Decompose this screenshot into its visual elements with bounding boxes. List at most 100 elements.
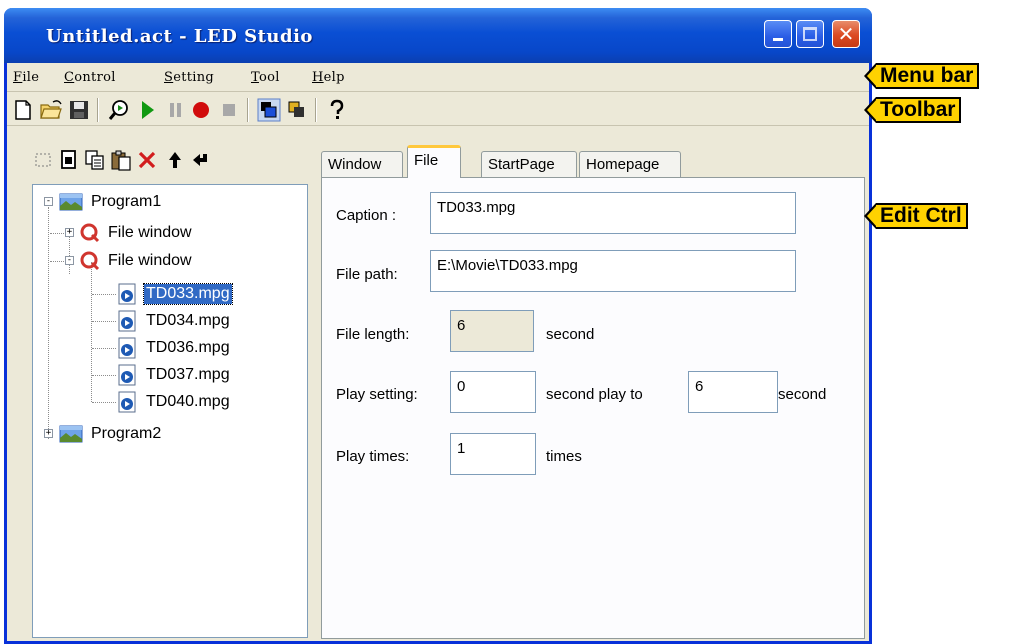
tab-window[interactable]: Window [321, 151, 403, 177]
filepath-label: File path: [336, 266, 398, 283]
window-title: Untitled.act - LED Studio [46, 26, 313, 47]
collapse-icon[interactable]: - [65, 256, 74, 265]
tree-line [48, 207, 49, 439]
maximize-button[interactable] [796, 20, 824, 48]
play-times-label: Play times: [336, 448, 410, 465]
move-up-icon[interactable] [163, 148, 187, 172]
copy-page-icon[interactable] [57, 148, 81, 172]
menu-tool[interactable]: Tool [251, 70, 280, 85]
close-button[interactable]: ✕ [832, 20, 860, 48]
play-icon[interactable] [135, 98, 159, 122]
window-back-icon[interactable] [285, 98, 309, 122]
expand-icon[interactable]: + [44, 429, 53, 438]
menu-setting[interactable]: Setting [164, 70, 214, 85]
paste-icon[interactable] [109, 148, 133, 172]
menu-file[interactable]: File [13, 70, 39, 85]
tab-homepage[interactable]: Homepage [579, 151, 681, 177]
record-icon[interactable] [189, 98, 213, 122]
minimize-button[interactable] [764, 20, 792, 48]
toolbar-separator [97, 98, 99, 122]
toolbar [7, 94, 869, 126]
filepath-input[interactable]: E:\Movie\TD033.mpg [430, 250, 796, 292]
collapse-icon[interactable]: - [44, 197, 53, 206]
play-to-unit: second [778, 386, 827, 403]
tree-label: TD034.mpg [146, 312, 230, 329]
delete-icon[interactable] [135, 148, 159, 172]
play-setting-label: Play setting: [336, 386, 418, 403]
tree-line [92, 402, 116, 403]
help-icon[interactable] [325, 98, 349, 122]
pause-icon[interactable] [163, 98, 187, 122]
media-file-icon [118, 337, 136, 359]
program-icon [59, 193, 83, 211]
menu-help[interactable]: Help [312, 70, 345, 85]
media-file-icon [118, 283, 136, 305]
tab-startpage[interactable]: StartPage [481, 151, 577, 177]
tree-label: TD033.mpg [143, 283, 233, 305]
media-file-icon [118, 364, 136, 386]
copy-icon[interactable] [83, 148, 107, 172]
file-window-icon [80, 251, 100, 271]
play-to-input[interactable]: 6 [688, 371, 778, 413]
tree-line [91, 262, 92, 402]
caption-input[interactable]: TD033.mpg [430, 192, 796, 234]
close-icon: ✕ [837, 22, 855, 46]
tree-line [92, 321, 116, 322]
tree-label: TD036.mpg [146, 339, 230, 356]
tree-toolbar [7, 144, 307, 174]
tree-label: TD037.mpg [146, 366, 230, 383]
filelength-field: 6 [450, 310, 534, 352]
play-to-label: second play to [546, 386, 643, 403]
play-from-input[interactable]: 0 [450, 371, 536, 413]
tree-item-file-window-1[interactable]: + File window [64, 222, 194, 244]
tree-item-program2[interactable]: + Program2 [43, 423, 163, 445]
tree-item-program1[interactable]: - Program1 [43, 191, 163, 213]
tree-label: Program1 [91, 193, 162, 210]
new-icon[interactable] [11, 98, 35, 122]
window-front-icon[interactable] [257, 98, 281, 122]
callout-edit-ctrl: Edit Ctrl [864, 203, 968, 229]
callout-toolbar: Toolbar [863, 97, 962, 123]
menu-bar: File Control Setting Tool Help [7, 64, 869, 92]
tab-file[interactable]: File [407, 145, 461, 178]
tree-label: Program2 [91, 425, 162, 442]
open-icon[interactable] [39, 98, 63, 122]
file-window-icon [80, 223, 100, 243]
program-tree[interactable]: - Program1 + File window - File window T… [32, 184, 308, 638]
tree-item-file[interactable]: TD040.mpg [116, 391, 232, 413]
play-times-input[interactable]: 1 [450, 433, 536, 475]
edit-panel: Caption : TD033.mpg File path: E:\Movie\… [321, 177, 865, 639]
stop-icon[interactable] [217, 98, 241, 122]
toolbar-separator [315, 98, 317, 122]
menu-control[interactable]: Control [64, 70, 116, 85]
tree-line [92, 294, 116, 295]
tree-line [92, 375, 116, 376]
tree-item-file[interactable]: TD034.mpg [116, 310, 232, 332]
maximize-icon [803, 27, 817, 41]
tree-line [92, 348, 116, 349]
media-file-icon [118, 391, 136, 413]
filelength-label: File length: [336, 326, 410, 343]
minimize-icon [773, 38, 783, 41]
media-file-icon [118, 310, 136, 332]
move-down-icon[interactable] [189, 148, 213, 172]
save-icon[interactable] [67, 98, 91, 122]
tree-label: File window [108, 224, 192, 241]
expand-icon[interactable]: + [65, 228, 74, 237]
callout-menu-bar: Menu bar [863, 63, 980, 89]
tree-item-file-window-2[interactable]: - File window [64, 250, 194, 272]
app-window: Untitled.act - LED Studio ✕ File Control… [4, 8, 872, 644]
tree-item-file[interactable]: TD033.mpg [116, 283, 233, 305]
tree-item-file[interactable]: TD036.mpg [116, 337, 232, 359]
select-icon[interactable] [31, 148, 55, 172]
filelength-unit: second [546, 326, 595, 343]
program-icon [59, 425, 83, 443]
tree-item-file[interactable]: TD037.mpg [116, 364, 232, 386]
preview-icon[interactable] [107, 98, 131, 122]
tree-label: File window [108, 252, 192, 269]
tree-label: TD040.mpg [146, 393, 230, 410]
title-bar[interactable]: Untitled.act - LED Studio ✕ [4, 8, 872, 63]
toolbar-separator [247, 98, 249, 122]
play-times-unit: times [546, 448, 582, 465]
caption-label: Caption : [336, 207, 397, 224]
